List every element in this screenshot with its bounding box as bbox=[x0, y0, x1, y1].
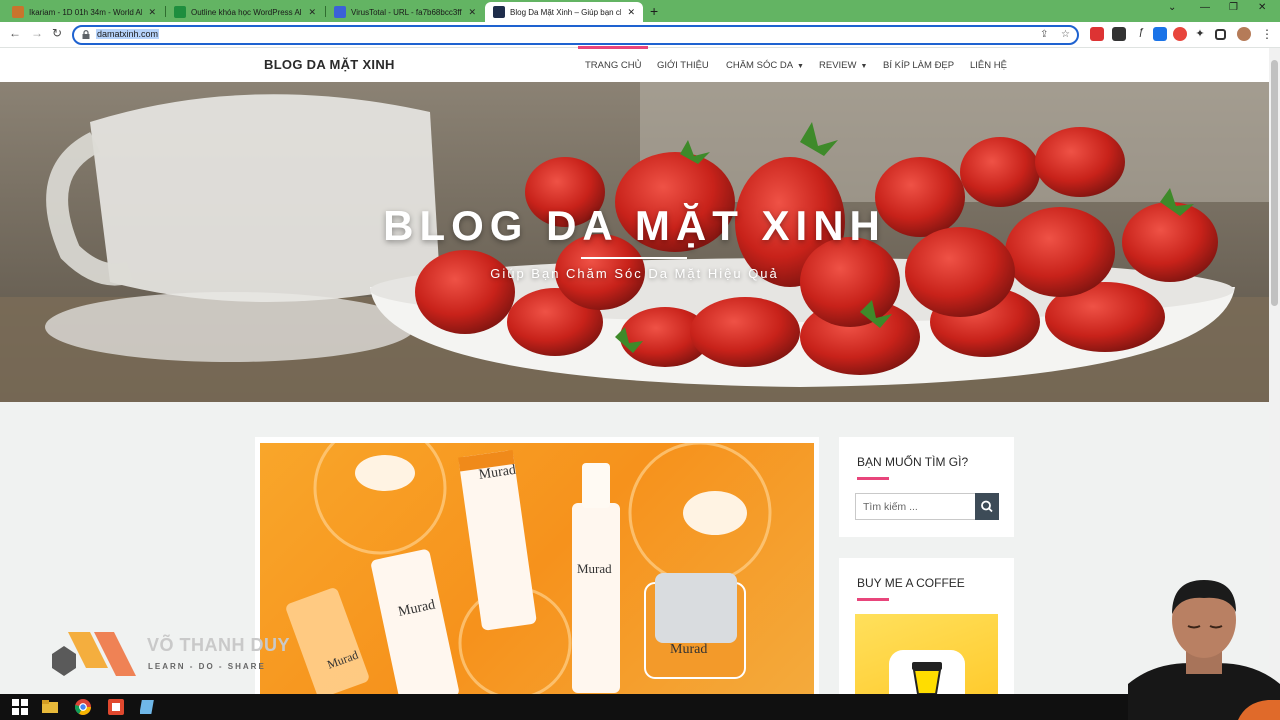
side-panel-icon[interactable] bbox=[1215, 29, 1226, 40]
skincare-products-photo: Murad Murad Murad Murad Murad bbox=[286, 443, 772, 694]
profile-avatar-icon[interactable] bbox=[1237, 27, 1251, 41]
recorder-app-icon[interactable] bbox=[108, 699, 124, 715]
extension-badge-icon[interactable] bbox=[1090, 27, 1104, 41]
tab-title: Outline khóa học WordPress All bbox=[191, 7, 303, 17]
chrome-icon[interactable] bbox=[75, 699, 91, 715]
product-label: Murad bbox=[670, 642, 707, 657]
reload-icon[interactable]: ↻ bbox=[52, 26, 62, 40]
coffee-widget: BUY ME A COFFEE bbox=[839, 558, 1014, 694]
address-bar[interactable]: damatxinh.com ⇪ ☆ bbox=[72, 25, 1079, 45]
tab-title: Ikariam - 1D 01h 34m - World Al bbox=[29, 7, 143, 17]
url-text[interactable]: damatxinh.com bbox=[96, 29, 160, 39]
virustotal-favicon-icon bbox=[334, 6, 346, 18]
menu-item-review[interactable]: REVIEW ▼ bbox=[819, 60, 867, 71]
browser-tab-strip: Ikariam - 1D 01h 34m - World Al ✕ Outlin… bbox=[0, 0, 1280, 22]
widget-title: BUY ME A COFFEE bbox=[857, 576, 965, 590]
tab-blog-da-mat-xinh[interactable]: Blog Da Mặt Xinh – Giúp bạn chă ✕ bbox=[485, 2, 643, 22]
tab-virustotal[interactable]: VirusTotal - URL - fa7b68bcc3ff1 ✕ bbox=[326, 2, 484, 22]
hero-title: BLOG DA MẶT XINH bbox=[383, 202, 886, 249]
close-tab-icon[interactable]: ✕ bbox=[627, 7, 635, 18]
back-arrow-icon[interactable]: ← bbox=[9, 26, 21, 40]
tab-title: VirusTotal - URL - fa7b68bcc3ff1 bbox=[351, 7, 463, 17]
close-tab-icon[interactable]: ✕ bbox=[468, 7, 476, 18]
extensions-puzzle-icon[interactable]: ✦ bbox=[1193, 27, 1207, 41]
notepad-app-icon[interactable] bbox=[140, 699, 156, 715]
browser-toolbar: ← → ↻ damatxinh.com ⇪ ☆ ƒ ✦ ⋮ bbox=[0, 22, 1280, 48]
menu-label: CHĂM SÓC DA bbox=[726, 60, 794, 71]
share-icon[interactable]: ⇪ bbox=[1040, 29, 1048, 40]
extension-red-icon[interactable] bbox=[1173, 27, 1187, 41]
search-input[interactable] bbox=[855, 493, 976, 520]
site-header: BLOG DA MẶT XINH TRANG CHỦ GIỚI THIỆU CH… bbox=[0, 48, 1280, 82]
sheets-favicon-icon bbox=[174, 6, 186, 18]
webcam-presenter-overlay bbox=[1128, 580, 1280, 720]
tab-ikariam[interactable]: Ikariam - 1D 01h 34m - World Al ✕ bbox=[4, 2, 164, 22]
menu-label: REVIEW bbox=[819, 60, 857, 71]
menu-label: GIỚI THIỆU bbox=[657, 60, 709, 71]
hero-banner: BLOG DA MẶT XINH Giúp Bạn Chăm Sóc Da Mặ… bbox=[0, 82, 1269, 402]
close-window-icon[interactable]: ✕ bbox=[1258, 2, 1266, 13]
site-brand[interactable]: BLOG DA MẶT XINH bbox=[264, 57, 395, 72]
windows-start-icon[interactable] bbox=[12, 699, 28, 715]
menu-item-gioi-thieu[interactable]: GIỚI THIỆU bbox=[657, 60, 709, 71]
lock-icon[interactable] bbox=[82, 30, 90, 39]
file-explorer-icon[interactable] bbox=[42, 699, 58, 715]
caret-down-icon: ▼ bbox=[797, 63, 804, 70]
caret-down-icon: ▼ bbox=[860, 63, 868, 70]
page-scrollbar-thumb[interactable] bbox=[1271, 60, 1278, 306]
search-widget: BẠN MUỐN TÌM GÌ? bbox=[839, 437, 1014, 537]
widget-title-underline bbox=[857, 598, 889, 601]
product-label: Murad bbox=[577, 561, 612, 576]
close-tab-icon[interactable]: ✕ bbox=[148, 7, 156, 18]
close-tab-icon[interactable]: ✕ bbox=[308, 7, 316, 18]
ikariam-favicon-icon bbox=[12, 6, 24, 18]
tab-title: Blog Da Mặt Xinh – Giúp bạn chă bbox=[510, 7, 622, 17]
watermark-tagline: LEARN - DO - SHARE bbox=[148, 662, 266, 671]
restore-icon[interactable]: ❐ bbox=[1229, 2, 1238, 13]
widget-title-underline bbox=[857, 477, 889, 480]
menu-item-bi-kip-lam-dep[interactable]: BÍ KÍP LÀM ĐẸP bbox=[883, 60, 954, 71]
extension-dark-icon[interactable] bbox=[1112, 27, 1126, 41]
menu-item-lien-he[interactable]: LIÊN HỆ bbox=[970, 60, 1007, 71]
menu-label: BÍ KÍP LÀM ĐẸP bbox=[883, 60, 955, 71]
hero-subtitle: Giúp Bạn Chăm Sóc Da Mặt Hiệu Quả bbox=[490, 266, 779, 281]
forward-arrow-icon[interactable]: → bbox=[31, 26, 43, 40]
minimize-icon[interactable]: — bbox=[1200, 2, 1210, 13]
tab-search-icon[interactable]: ⌄ bbox=[1168, 2, 1176, 13]
vo-thanh-duy-logo-icon bbox=[52, 632, 136, 676]
search-button[interactable] bbox=[975, 493, 999, 520]
menu-item-trang-chu[interactable]: TRANG CHỦ bbox=[585, 60, 641, 71]
extension-font-icon[interactable]: ƒ bbox=[1134, 27, 1148, 41]
menu-label: TRANG CHỦ bbox=[585, 60, 642, 71]
extension-download-icon[interactable] bbox=[1153, 27, 1167, 41]
hero-divider bbox=[581, 257, 687, 259]
tab-outline[interactable]: Outline khóa học WordPress All ✕ bbox=[166, 2, 324, 22]
menu-active-indicator bbox=[578, 46, 648, 49]
watermark-name: VÕ THANH DUY bbox=[147, 635, 291, 655]
blog-favicon-icon bbox=[493, 6, 505, 18]
new-tab-button[interactable]: + bbox=[650, 3, 658, 19]
more-menu-icon[interactable]: ⋮ bbox=[1260, 27, 1274, 41]
coffee-cup-icon bbox=[912, 662, 942, 694]
bookmark-star-icon[interactable]: ☆ bbox=[1061, 29, 1070, 40]
menu-label: LIÊN HỆ bbox=[970, 60, 1007, 71]
buy-me-a-coffee-image[interactable] bbox=[855, 614, 998, 694]
post-featured-image[interactable]: Murad Murad Murad Murad Murad bbox=[260, 443, 814, 694]
menu-item-cham-soc-da[interactable]: CHĂM SÓC DA ▼ bbox=[726, 60, 804, 71]
search-icon bbox=[981, 500, 993, 513]
widget-title: BẠN MUỐN TÌM GÌ? bbox=[857, 455, 969, 469]
windows-taskbar bbox=[0, 694, 1280, 720]
